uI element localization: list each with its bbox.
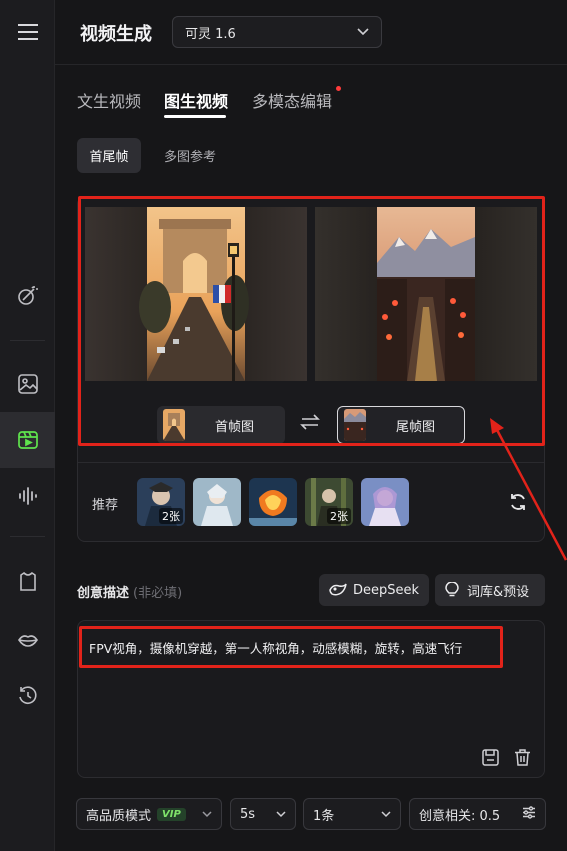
rail-divider (10, 536, 45, 537)
vip-badge: VIP (157, 807, 186, 821)
count-select[interactable]: 1条 (303, 798, 401, 830)
header-divider (55, 64, 567, 65)
clothing-icon[interactable] (0, 560, 55, 604)
duration-value: 5s (240, 806, 256, 822)
recommend-item[interactable] (361, 478, 409, 526)
deepseek-button[interactable]: DeepSeek (319, 574, 429, 606)
model-select-value: 可灵 1.6 (185, 26, 236, 42)
prompt-optional-hint: (非必填) (133, 586, 183, 601)
relevance-value: 创意相关: 0.5 (419, 808, 501, 824)
lightbulb-icon (445, 582, 459, 598)
subtab-multi-image-ref[interactable]: 多图参考 (150, 138, 230, 173)
active-tab-indicator (164, 115, 226, 118)
lips-icon[interactable] (0, 618, 55, 662)
rail-divider (10, 340, 45, 341)
quality-mode-value: 高品质模式 (86, 808, 152, 824)
trash-icon[interactable] (514, 749, 531, 770)
subtab-first-last-frame[interactable]: 首尾帧 (77, 138, 141, 173)
recommend-item[interactable] (249, 478, 297, 526)
tab-text-to-video[interactable]: 文生视频 (77, 88, 141, 112)
prompt-title: 创意描述 (77, 586, 130, 601)
library-presets-button[interactable]: 词库&预设 (435, 574, 545, 606)
library-presets-label: 词库&预设 (467, 584, 530, 600)
relevance-setting[interactable]: 创意相关: 0.5 (409, 798, 546, 830)
duration-select[interactable]: 5s (230, 798, 296, 830)
count-value: 1条 (313, 808, 335, 824)
image-gen-icon[interactable] (0, 362, 55, 406)
deepseek-label: DeepSeek (353, 582, 420, 598)
magic-wand-icon[interactable] (0, 274, 55, 318)
recommend-count: 2张 (159, 508, 183, 524)
chevron-down-icon (202, 807, 212, 822)
annotation-box-frames (78, 196, 545, 446)
recommend-item[interactable] (193, 478, 241, 526)
chevron-down-icon (381, 807, 391, 822)
history-icon[interactable] (0, 674, 55, 718)
chevron-down-icon (357, 25, 369, 40)
refresh-icon[interactable] (508, 492, 528, 516)
prompt-section-title: 创意描述 (非必填) (77, 582, 182, 601)
recommend-label: 推荐 (92, 498, 119, 513)
card-divider (78, 462, 544, 463)
model-select[interactable]: 可灵 1.6 (172, 16, 382, 48)
whale-icon (329, 583, 347, 597)
quality-mode-select[interactable]: 高品质模式 VIP (76, 798, 222, 830)
video-gen-icon[interactable] (0, 412, 55, 468)
page-title: 视频生成 (80, 24, 152, 45)
tab-image-to-video[interactable]: 图生视频 (164, 88, 228, 112)
save-icon[interactable] (482, 749, 499, 770)
annotation-box-prompt (79, 626, 503, 668)
chevron-down-icon (276, 807, 286, 822)
recommend-item[interactable]: 2张 (305, 478, 353, 526)
tab-multimodal-edit[interactable]: 多模态编辑 (252, 88, 332, 112)
recommend-count: 2张 (327, 508, 351, 524)
left-nav-rail (0, 0, 55, 851)
recommend-item[interactable]: 2张 (137, 478, 185, 526)
sliders-icon (522, 805, 536, 823)
audio-wave-icon[interactable] (0, 474, 55, 518)
menu-icon[interactable] (0, 10, 55, 54)
new-badge-dot (336, 86, 341, 91)
